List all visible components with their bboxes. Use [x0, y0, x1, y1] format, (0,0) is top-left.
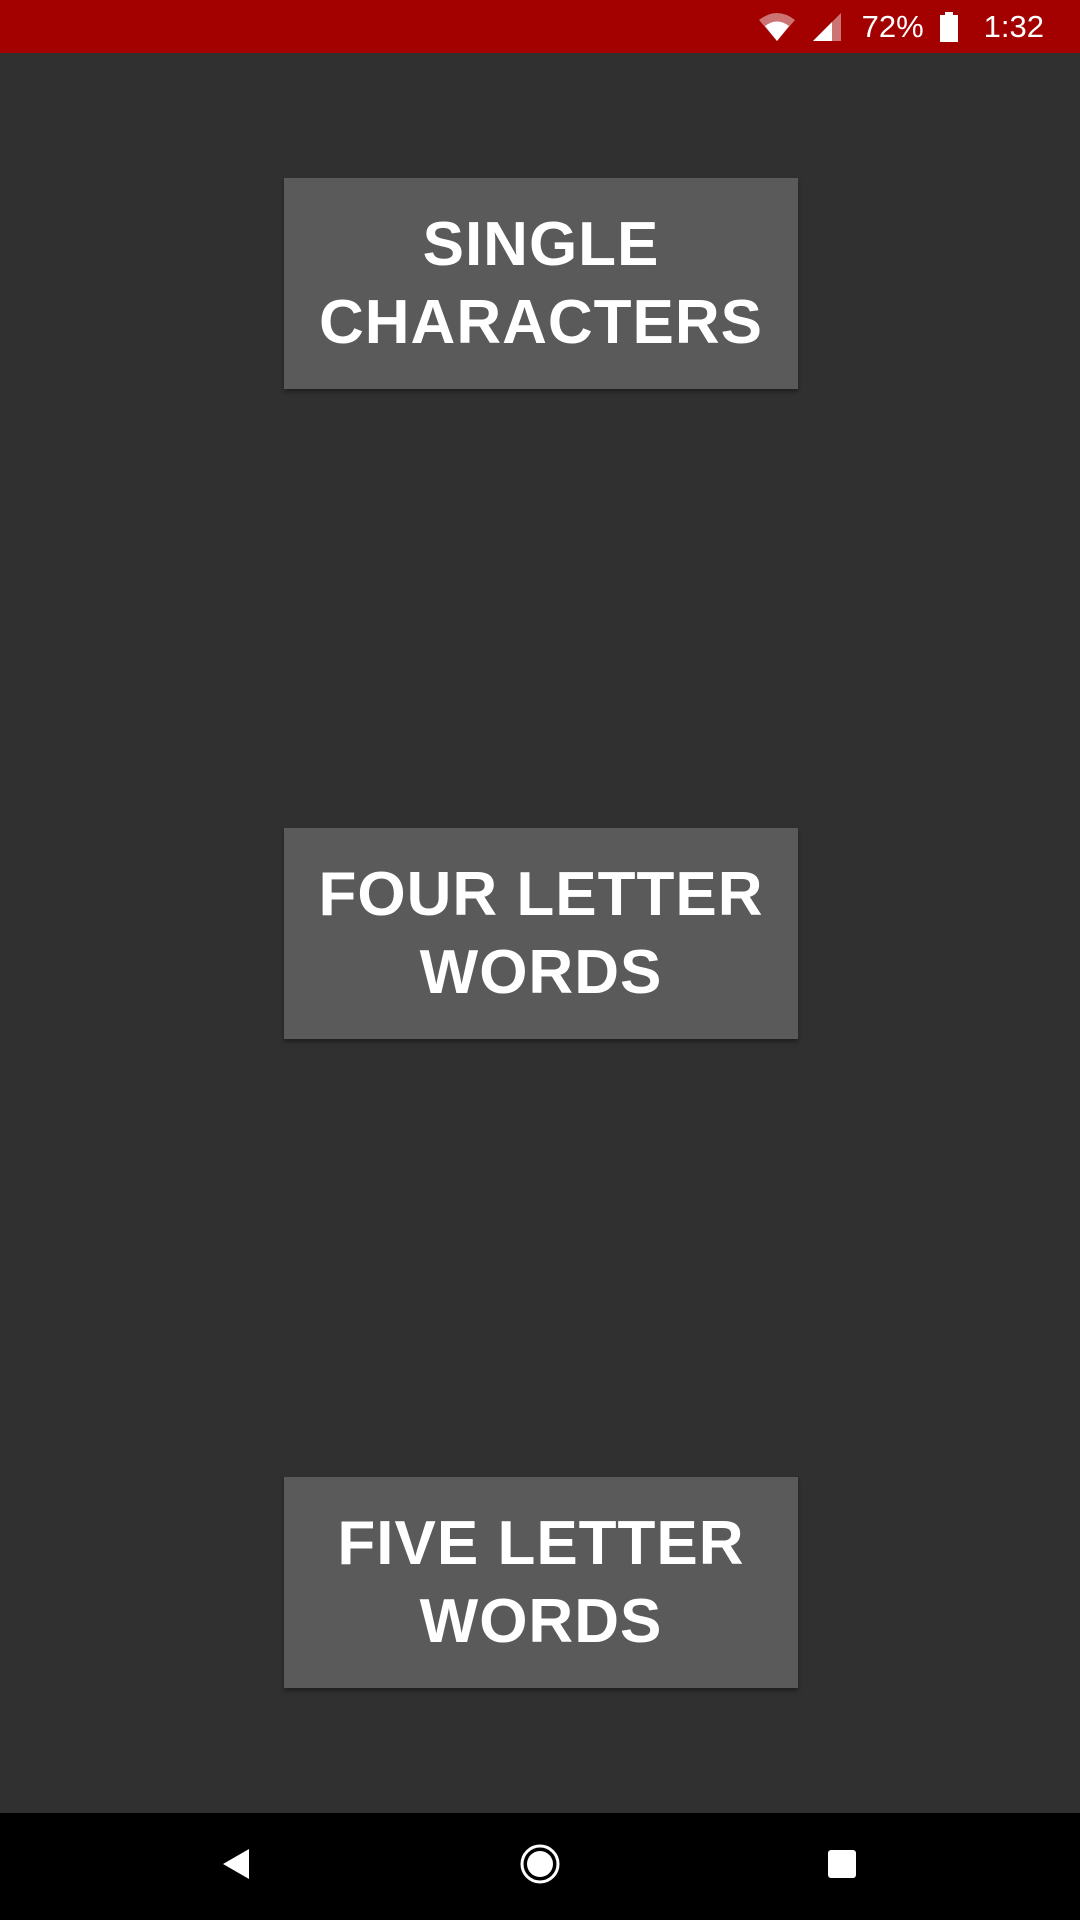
five-letter-words-label: FIVE LETTER WORDS	[337, 1508, 745, 1656]
recents-icon	[827, 1849, 857, 1884]
back-button[interactable]	[176, 1813, 296, 1920]
clock: 1:32	[983, 8, 1044, 44]
battery-icon	[939, 11, 958, 42]
single-characters-button[interactable]: SINGLE CHARACTERS	[284, 178, 798, 389]
single-characters-label: SINGLE CHARACTERS	[319, 209, 763, 357]
recents-button[interactable]	[782, 1813, 902, 1920]
navigation-bar	[0, 1813, 1080, 1920]
four-letter-words-button[interactable]: FOUR LETTER WORDS	[284, 828, 798, 1039]
status-bar: 72% 1:32	[0, 0, 1080, 53]
back-icon	[221, 1847, 251, 1886]
battery-percent: 72%	[861, 8, 924, 44]
home-icon	[519, 1843, 561, 1890]
four-letter-words-label: FOUR LETTER WORDS	[318, 859, 764, 1007]
home-button[interactable]	[480, 1813, 600, 1920]
main-content: SINGLE CHARACTERS FOUR LETTER WORDS FIVE…	[0, 53, 1080, 1813]
status-icons: 72% 1:32	[758, 0, 1044, 53]
cell-signal-icon	[812, 12, 842, 42]
wifi-icon	[758, 12, 796, 42]
five-letter-words-button[interactable]: FIVE LETTER WORDS	[284, 1477, 798, 1688]
